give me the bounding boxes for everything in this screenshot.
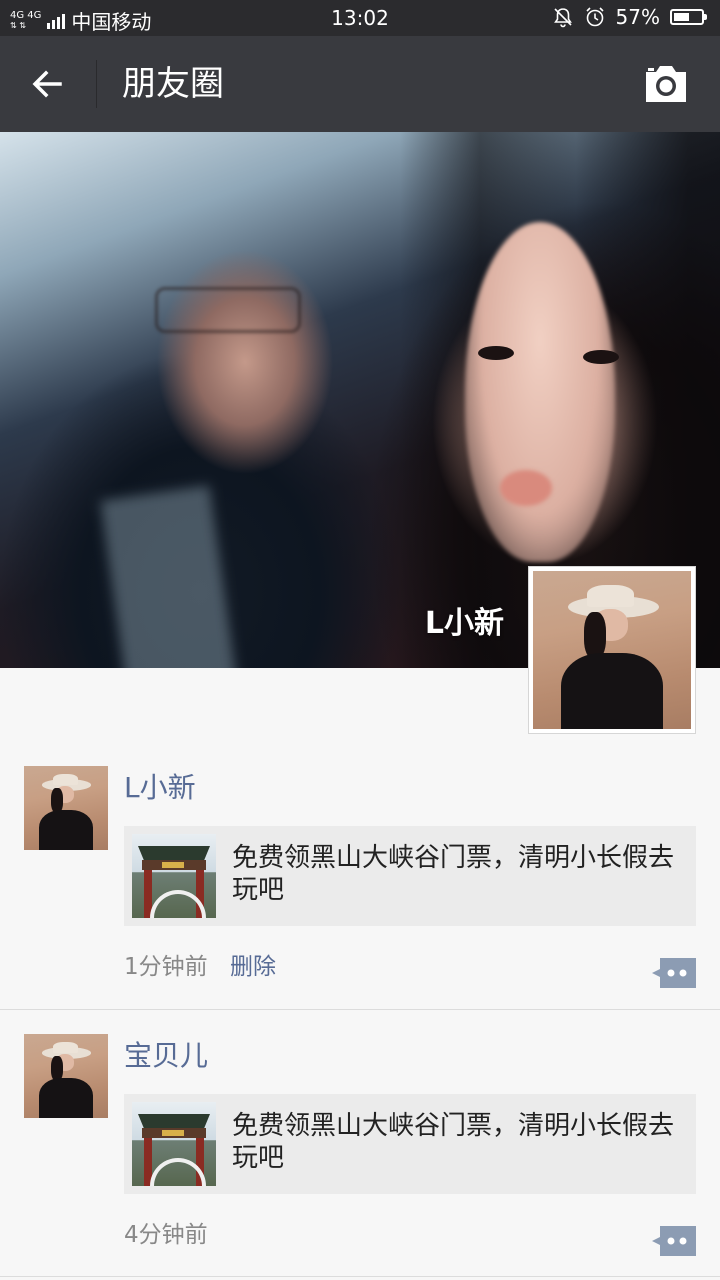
post-divider xyxy=(0,1276,720,1277)
comment-button[interactable] xyxy=(652,958,696,988)
delete-button[interactable]: 删除 xyxy=(230,952,276,982)
cover-photo-detail xyxy=(155,287,301,333)
avatar-image xyxy=(24,766,108,850)
comment-dots-icon xyxy=(652,958,696,988)
avatar-detail xyxy=(52,773,78,786)
shared-link-card[interactable]: 免费领黑山大峡谷门票，清明小长假去玩吧 xyxy=(124,826,696,926)
comment-dots-icon xyxy=(652,1226,696,1256)
shared-link-title: 免费领黑山大峡谷门票，清明小长假去玩吧 xyxy=(232,1111,675,1173)
shared-link-title: 免费领黑山大峡谷门票，清明小长假去玩吧 xyxy=(232,843,675,905)
thumbnail-detail xyxy=(138,1114,210,1128)
avatar-image xyxy=(533,571,691,729)
avatar-detail xyxy=(39,1077,93,1118)
top-nav-bar: 朋友圈 xyxy=(0,36,720,132)
avatar-detail xyxy=(561,653,663,729)
cover-photo-detail xyxy=(465,222,615,562)
battery-icon xyxy=(670,9,707,25)
avatar-detail xyxy=(52,1041,78,1054)
post-divider xyxy=(0,1009,720,1010)
shared-link-card[interactable]: 免费领黑山大峡谷门票，清明小长假去玩吧 xyxy=(124,1094,696,1194)
post-avatar[interactable] xyxy=(24,766,108,850)
thumbnail-detail xyxy=(162,862,184,868)
battery-level xyxy=(674,13,689,21)
alarm-icon xyxy=(585,7,604,27)
shared-link-thumbnail xyxy=(132,834,216,918)
avatar-detail xyxy=(586,585,635,608)
avatar-image xyxy=(24,1034,108,1118)
battery-percent: 57% xyxy=(615,5,660,29)
post-author[interactable]: L小新 xyxy=(124,770,196,806)
shared-link-thumbnail xyxy=(132,1102,216,1186)
comment-button[interactable] xyxy=(652,1226,696,1256)
camera-icon xyxy=(646,66,686,102)
post-time: 1分钟前 xyxy=(124,954,208,980)
thumbnail-detail xyxy=(138,846,210,860)
nav-divider xyxy=(96,60,97,108)
cover-photo-detail xyxy=(478,346,514,360)
cover-user-name[interactable]: L小新 xyxy=(425,606,504,642)
thumbnail-detail xyxy=(162,1130,184,1136)
cover-photo-detail xyxy=(100,485,240,668)
bell-muted-icon xyxy=(553,8,572,28)
post-time: 4分钟前 xyxy=(124,1222,208,1248)
profile-avatar[interactable] xyxy=(528,566,696,734)
status-bar: 4G 4G ⇅ ⇅ 中国移动 13:02 57% xyxy=(0,0,720,36)
page-title: 朋友圈 xyxy=(122,64,224,104)
back-button[interactable] xyxy=(24,60,72,108)
cover-photo-detail xyxy=(500,470,552,506)
avatar-detail xyxy=(39,809,93,850)
camera-button[interactable] xyxy=(642,62,690,106)
cover-photo-detail xyxy=(583,350,619,364)
arrow-left-icon xyxy=(32,70,62,98)
post-avatar[interactable] xyxy=(24,1034,108,1118)
status-right: 57% xyxy=(552,5,707,29)
post-author[interactable]: 宝贝儿 xyxy=(124,1038,208,1074)
